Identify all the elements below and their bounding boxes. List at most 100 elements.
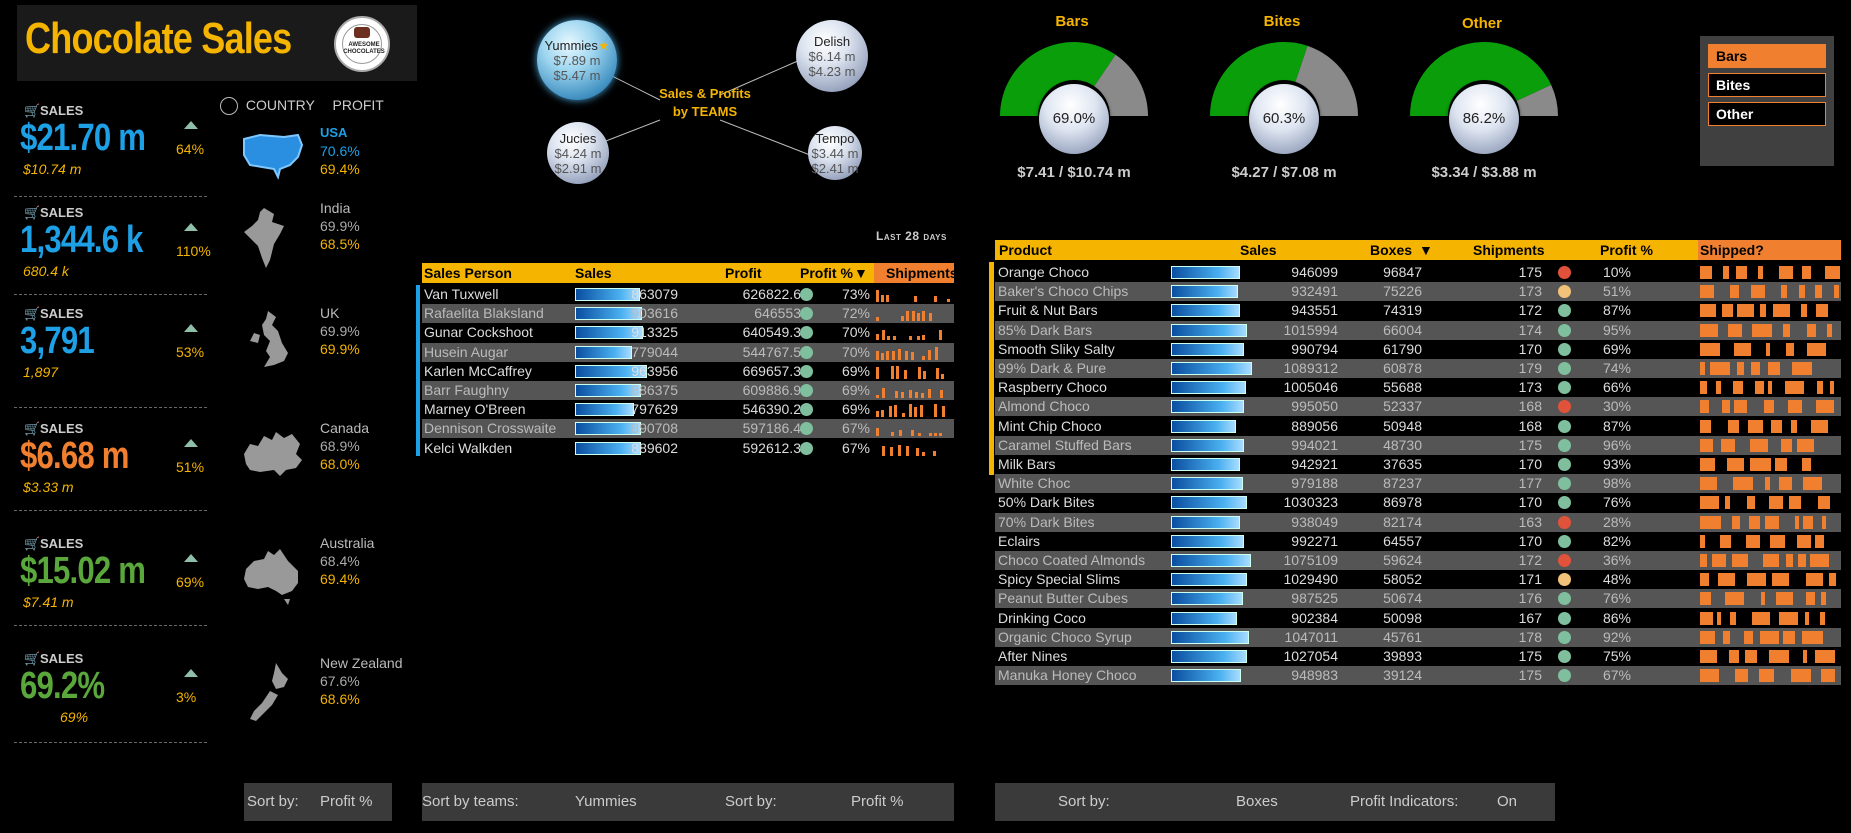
- product-row[interactable]: Manuka Honey Choco 948983 39124 175 67%: [995, 666, 1841, 686]
- spark-bar: [947, 299, 950, 302]
- salesperson-sales: 890708: [631, 420, 678, 437]
- sort-arrow-icon[interactable]: ▼: [854, 265, 868, 281]
- product-row[interactable]: Fruit & Nut Bars 943551 74319 172 87%: [995, 301, 1841, 320]
- shipments-sparkline: [876, 422, 952, 437]
- shipped-timeline: [1700, 304, 1840, 318]
- slicer-item-other[interactable]: Other: [1708, 102, 1826, 126]
- spark-bar: [876, 395, 879, 398]
- kpi-card: 🛒SALES $21.70 m $10.74 m 64%: [20, 103, 210, 193]
- product-row[interactable]: 50% Dark Bites 1030323 86978 170 76%: [995, 493, 1841, 512]
- product-row[interactable]: Orange Choco 946099 96847 175 10%: [995, 263, 1841, 282]
- product-sort-value[interactable]: Boxes: [1236, 793, 1278, 810]
- product-row[interactable]: Milk Bars 942921 37635 170 93%: [995, 455, 1841, 474]
- product-row[interactable]: 85% Dark Bars 1015994 66004 174 95%: [995, 320, 1841, 340]
- country-row-canada[interactable]: Canada 68.9% 68.0%: [240, 420, 410, 510]
- team-bubble-yummies[interactable]: Yummies★ $7.89 m $5.47 m: [537, 20, 617, 100]
- product-row[interactable]: Caramel Stuffed Bars 994021 48730 175 96%: [995, 435, 1841, 455]
- profit-indicators-value[interactable]: On: [1497, 793, 1517, 810]
- sales-bar: [575, 345, 632, 359]
- salesperson-row[interactable]: Karlen McCaffrey 963956 669657.3 69%: [422, 362, 954, 381]
- salesperson-row[interactable]: Kelci Walkden 889602 592612.3 67%: [422, 439, 954, 458]
- product-row[interactable]: Organic Choco Syrup 1047011 45761 178 92%: [995, 627, 1841, 647]
- country-row-new-zealand[interactable]: New Zealand 67.6% 68.6%: [240, 655, 410, 745]
- teams-sort-value[interactable]: Yummies: [575, 793, 637, 810]
- salesperson-row[interactable]: Marney O'Breen 797629 546390.2 69%: [422, 400, 954, 419]
- metric-sort-value[interactable]: Profit %: [851, 793, 904, 810]
- product-row[interactable]: Mint Chip Choco 889056 50948 168 87%: [995, 417, 1841, 436]
- shipped-block: [1723, 630, 1730, 644]
- country-row-australia[interactable]: Australia 68.4% 69.4%: [240, 535, 410, 625]
- col-sales-person[interactable]: Sales Person: [424, 265, 512, 281]
- star-icon: ★: [597, 38, 610, 53]
- col-sales[interactable]: Sales: [575, 265, 612, 281]
- country-sort-bar[interactable]: Sort by: Profit %: [244, 783, 392, 821]
- country-row-uk[interactable]: UK 69.9% 69.9%: [240, 305, 410, 395]
- product-sort-bar[interactable]: Sort by: Boxes Profit Indicators: On: [995, 783, 1555, 821]
- col-product-profit-pct[interactable]: Profit %: [1600, 242, 1653, 258]
- shipped-block: [1816, 400, 1834, 414]
- teams-sort-bar[interactable]: Sort by teams: Yummies Sort by: Profit %: [422, 783, 954, 821]
- profit-indicator-dot: [1558, 477, 1571, 491]
- team-bubble-jucies[interactable]: Jucies $4.24 m $2.91 m: [547, 122, 609, 184]
- product-shipments: 167: [1518, 609, 1542, 626]
- col-product[interactable]: Product: [999, 242, 1052, 258]
- country-row-india[interactable]: India 69.9% 68.5%: [240, 200, 410, 290]
- product-row[interactable]: Baker's Choco Chips 932491 75226 173 51%: [995, 282, 1841, 302]
- product-row[interactable]: Spicy Special Slims 1029490 58052 171 48%: [995, 570, 1841, 589]
- col-profit-pct[interactable]: Profit %: [800, 265, 853, 281]
- product-row[interactable]: Drinking Coco 902384 50098 167 86%: [995, 609, 1841, 628]
- product-sales: 938049: [1291, 513, 1338, 530]
- shipped-block: [1747, 573, 1766, 587]
- team-bubble-tempo[interactable]: Tempo $3.44 m $2.41 m: [808, 126, 862, 180]
- country-sort-value[interactable]: Profit %: [320, 793, 373, 810]
- slicer-item-bars[interactable]: Bars: [1708, 44, 1826, 68]
- product-row[interactable]: Eclairs 992271 64557 170 82%: [995, 532, 1841, 551]
- country-profit-pct: 69.4%: [320, 571, 360, 587]
- product-row[interactable]: Raspberry Choco 1005046 55688 173 66%: [995, 378, 1841, 397]
- spark-bar: [920, 405, 923, 418]
- kpi-label-text: SALES: [40, 205, 84, 220]
- product-shipments: 170: [1518, 494, 1542, 511]
- shipped-timeline: [1700, 515, 1840, 529]
- product-row[interactable]: 99% Dark & Pure 1089312 60878 179 74%: [995, 359, 1841, 378]
- col-product-shipments[interactable]: Shipments: [1473, 242, 1545, 258]
- salesperson-row[interactable]: Husein Augar 779044 544767.5 70%: [422, 342, 954, 362]
- product-profit-pct: 28%: [1602, 513, 1631, 530]
- product-row[interactable]: Choco Coated Almonds 1075109 59624 172 36%: [995, 551, 1841, 570]
- product-row[interactable]: Almond Choco 995050 52337 168 30%: [995, 397, 1841, 417]
- sort-arrow-icon[interactable]: ▼: [1419, 242, 1433, 258]
- product-shipments: 170: [1518, 532, 1542, 549]
- col-profit[interactable]: Profit: [725, 265, 762, 281]
- salesperson-row[interactable]: Rafaelita Blaksland 903616 646553 72%: [422, 304, 954, 324]
- shipments-sparkline: [876, 326, 952, 341]
- product-row[interactable]: Peanut Butter Cubes 987525 50674 176 76%: [995, 589, 1841, 609]
- product-row[interactable]: Smooth Sliky Salty 990794 61790 170 69%: [995, 340, 1841, 359]
- product-row[interactable]: White Choc 979188 87237 177 98%: [995, 474, 1841, 494]
- kpi-card: 🛒SALES 69.2% 69% 3%: [20, 651, 210, 741]
- col-product-sales[interactable]: Sales: [1240, 242, 1277, 258]
- salesperson-row[interactable]: Dennison Crosswaite 890708 597186.4 67%: [422, 419, 954, 439]
- salesperson-row[interactable]: Van Tuxwell 863079 626822.6 73%: [422, 285, 954, 304]
- product-shipments: 173: [1518, 379, 1542, 396]
- shipped-block: [1700, 458, 1715, 471]
- shipments-header-cell: Shipments: [874, 263, 958, 283]
- product-row[interactable]: After Nines 1027054 39893 175 75%: [995, 647, 1841, 666]
- slicer-item-bites[interactable]: Bites: [1708, 73, 1826, 97]
- kpi-value: 69.2%: [20, 665, 105, 707]
- spark-bar: [935, 346, 938, 360]
- product-row[interactable]: 70% Dark Bites 938049 82174 163 28%: [995, 512, 1841, 532]
- spark-bar: [934, 433, 937, 437]
- team-bubble-delish[interactable]: Delish $6.14 m $4.23 m: [796, 20, 868, 92]
- salesperson-row[interactable]: Barr Faughny 886375 609886.9 69%: [422, 381, 954, 400]
- product-boxes: 39893: [1383, 648, 1422, 664]
- shipped-block: [1710, 362, 1730, 375]
- salesperson-row[interactable]: Gunar Cockshoot 913325 640549.3 70%: [422, 323, 954, 342]
- shipped-block: [1748, 419, 1763, 433]
- shipped-block: [1763, 554, 1779, 567]
- product-boxes: 39124: [1383, 667, 1422, 684]
- shipped-block: [1810, 554, 1829, 567]
- spark-bar: [918, 366, 921, 379]
- kpi-label-text: SALES: [40, 306, 84, 321]
- product-table-header: Product Sales Boxes ▼ Shipments Profit %…: [995, 240, 1841, 260]
- col-boxes[interactable]: Boxes: [1370, 242, 1412, 258]
